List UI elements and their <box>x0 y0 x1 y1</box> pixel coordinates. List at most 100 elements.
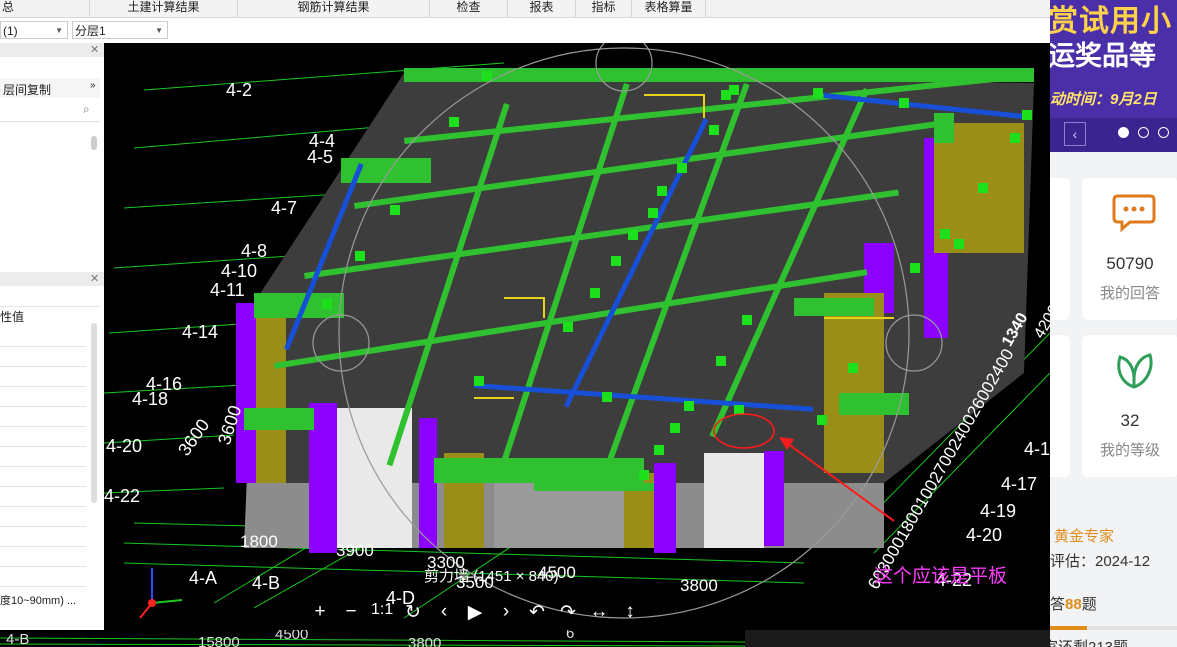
left-panel: ✕ 层间复制 » ⌕ ✕ 性值 度10~90mm) ... <box>0 43 105 630</box>
bottom-grid <box>0 637 745 647</box>
level-value: 32 <box>1120 411 1140 430</box>
banner-date: 动时间：9月2日 <box>1050 91 1157 108</box>
property-row[interactable] <box>0 426 86 447</box>
dimension-label: 1800 <box>240 532 278 551</box>
tab-rebar-results[interactable]: 钢筋计算结果 <box>238 0 430 17</box>
grid-label: 4-7 <box>271 198 298 218</box>
carousel-dot[interactable] <box>1158 127 1169 138</box>
scrollbar-thumb[interactable] <box>91 323 97 503</box>
answered-count: 答88题 <box>1050 593 1097 614</box>
progress-fill <box>1050 626 1087 630</box>
property-row[interactable] <box>0 466 86 487</box>
grid-label: 4-22 <box>104 486 141 506</box>
layer-dropdown-value: 分层1 <box>75 24 106 38</box>
tab-civil-results[interactable]: 土建计算结果 <box>90 0 238 17</box>
dimension-label: 4500 <box>275 630 309 643</box>
answers-label: 我的回答 <box>1099 285 1160 302</box>
chevron-left-icon[interactable]: ‹ <box>1064 122 1086 146</box>
tab-report[interactable]: 报表 <box>508 0 576 17</box>
top-tab-bar: 总 土建计算结果 钢筋计算结果 检查 报表 指标 表格算量 <box>0 0 1050 18</box>
stat-card-partial <box>1050 335 1070 477</box>
expand-icon[interactable]: » <box>90 80 96 91</box>
chevron-down-icon: ▼ <box>155 26 163 35</box>
chat-bubble-icon <box>1112 194 1156 232</box>
property-row[interactable] <box>0 386 86 407</box>
level-label: 我的等级 <box>1099 442 1160 459</box>
fit-height-icon[interactable]: ↕ <box>619 601 641 624</box>
grid-label: 4-17 <box>1001 474 1038 494</box>
dimension-label: 3800 <box>680 576 718 595</box>
property-row[interactable] <box>0 566 86 587</box>
property-row[interactable] <box>0 486 86 507</box>
property-value-thickness: 度10~90mm) ... <box>0 595 77 607</box>
close-icon[interactable]: ✕ <box>90 272 99 285</box>
grid-label: 4-20 <box>966 525 1003 545</box>
property-row[interactable] <box>0 366 86 387</box>
grid-label: 4-B <box>252 573 281 593</box>
property-row[interactable] <box>0 526 86 547</box>
my-level-card[interactable]: 32 我的等级 <box>1082 335 1177 477</box>
property-row[interactable] <box>0 346 86 367</box>
property-row[interactable] <box>0 506 86 527</box>
property-value-header: 性值 <box>0 310 25 324</box>
undo-icon[interactable]: ↶ <box>526 601 548 624</box>
annotation-text: 这个应该是平板 <box>874 566 1008 587</box>
leaf-icon <box>1117 353 1153 389</box>
dimension-label: 3800 <box>408 635 442 647</box>
property-row[interactable] <box>0 326 86 347</box>
answers-count: 50790 <box>1106 254 1154 273</box>
progress-bar <box>1050 626 1177 630</box>
model-viewport[interactable]: 4-2 4-4 4-5 4-7 4-8 4-10 4-11 4-14 4-16 … <box>104 43 1050 630</box>
selection-status: 剪力墙 (1451 × 840) <box>424 568 559 585</box>
dimension-label: 6 <box>566 630 575 642</box>
expert-title: 黄金专家 <box>1054 528 1115 545</box>
layer-copy-button[interactable]: 层间复制 <box>3 81 51 98</box>
tab-summary[interactable]: 总 <box>0 0 90 17</box>
answered-prefix: 答 <box>1050 596 1066 613</box>
zoom-out-icon[interactable]: − <box>340 601 362 624</box>
actual-size-button[interactable]: 1:1 <box>371 601 393 624</box>
grid-label: 4-5 <box>307 147 334 167</box>
scrollbar-thumb[interactable] <box>91 136 97 150</box>
refresh-icon[interactable]: ↻ <box>402 601 424 624</box>
banner-nav: ‹ <box>1050 118 1177 152</box>
tab-check[interactable]: 检查 <box>430 0 508 17</box>
zoom-in-icon[interactable]: + <box>309 601 331 624</box>
answered-number: 88 <box>1065 596 1082 613</box>
my-answers-card[interactable]: 50790 我的回答 <box>1082 178 1177 320</box>
search-box[interactable]: ⌕ <box>0 101 100 122</box>
tab-table-quantity[interactable]: 表格算量 <box>632 0 706 17</box>
layer-dropdown[interactable]: 分层1 ▼ <box>72 21 168 39</box>
evaluation-date: 评估：2024-12 <box>1050 553 1151 570</box>
close-icon[interactable]: ✕ <box>90 43 99 56</box>
redo-icon[interactable]: ↷ <box>557 601 579 624</box>
previous-icon[interactable]: ‹ <box>433 601 455 624</box>
property-row[interactable] <box>0 406 86 427</box>
carousel-dot[interactable] <box>1138 127 1149 138</box>
next-icon[interactable]: › <box>495 601 517 624</box>
promo-banner[interactable]: 赏试用小 运奖品等 动时间：9月2日 ‹ <box>1050 0 1177 152</box>
dimension-label: 3900 <box>336 541 374 560</box>
copy-row: 层间复制 » <box>0 78 100 98</box>
grid-label: 4-1 <box>1024 439 1050 459</box>
play-icon[interactable]: ▶ <box>464 601 486 624</box>
grid-label: 4-10 <box>221 261 258 281</box>
property-row[interactable] <box>0 446 86 467</box>
fit-width-icon[interactable]: ↔ <box>588 601 610 624</box>
carousel-dot-active[interactable] <box>1118 127 1129 138</box>
grid-label: 4-19 <box>980 501 1017 521</box>
chevron-down-icon: ▼ <box>55 26 63 35</box>
floor-dropdown-value: (1) <box>3 24 18 38</box>
tab-index[interactable]: 指标 <box>576 0 632 17</box>
stat-card-partial <box>1050 178 1070 320</box>
panel-header <box>0 43 104 57</box>
grid-label: 4-8 <box>241 241 268 261</box>
floor-dropdown[interactable]: (1) ▼ <box>0 21 68 39</box>
right-web-panel: 赏试用小 运奖品等 动时间：9月2日 ‹ 50790 我的回答 32 我的等级 … <box>1050 0 1177 647</box>
view-control-bar: + − 1:1 ↻ ‹ ▶ › ↶ ↷ ↔ ↕ <box>309 601 641 624</box>
property-row[interactable] <box>0 546 86 567</box>
grid-label: 4-2 <box>226 80 253 100</box>
remaining-text: 促级黄金专家还剩213题 <box>1050 636 1128 647</box>
grid-label: 4-14 <box>182 322 219 342</box>
property-panel-header <box>0 272 104 286</box>
